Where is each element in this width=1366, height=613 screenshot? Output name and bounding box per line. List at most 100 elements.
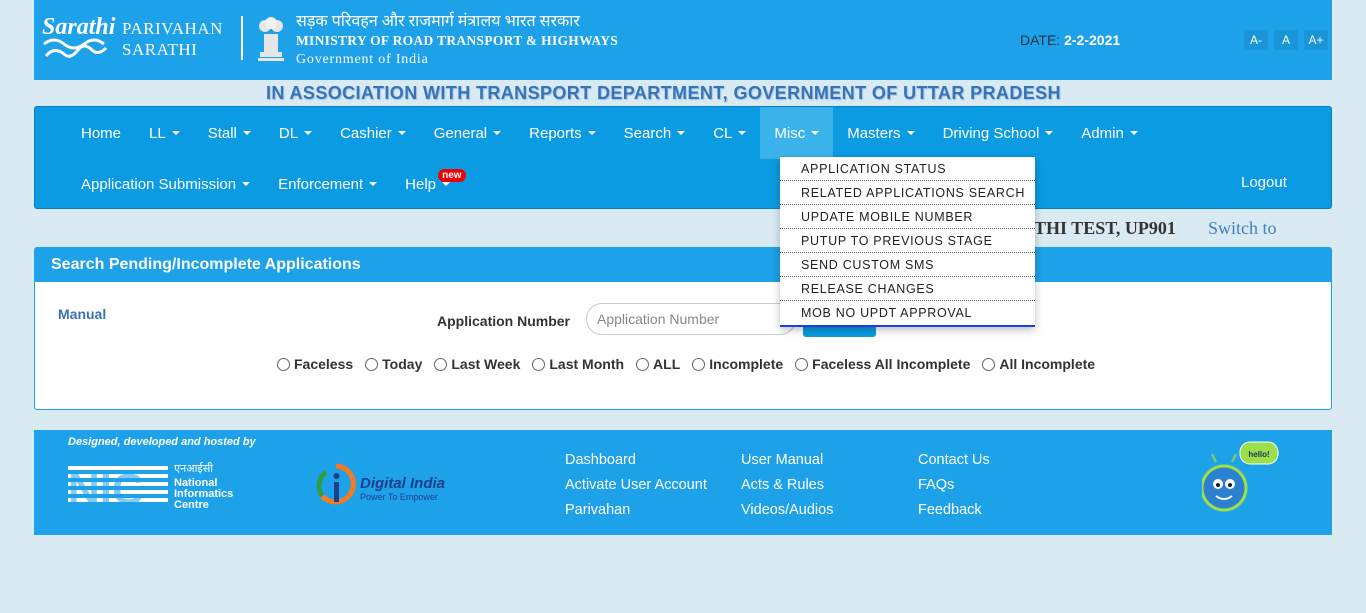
- nav-label: Admin: [1081, 124, 1124, 142]
- filter-radio-group: Faceless Today Last Week Last Month ALL …: [277, 356, 1095, 372]
- footer-link-contact-us[interactable]: Contact Us: [918, 448, 990, 473]
- font-size-controls: A- A A+: [1244, 30, 1328, 50]
- radio-all[interactable]: ALL: [636, 356, 680, 372]
- nav-dl[interactable]: DL: [265, 107, 326, 159]
- menu-item-related-applications-search[interactable]: RELATED APPLICATIONS SEARCH: [780, 181, 1035, 205]
- radio-today[interactable]: Today: [365, 356, 422, 372]
- radio-circle-icon[interactable]: [532, 357, 546, 371]
- nav-label: Search: [623, 124, 672, 142]
- date-value: 2-2-2021: [1064, 32, 1121, 48]
- digital-india-tagline: Power To Empower: [360, 492, 438, 502]
- nav-label: Driving School: [942, 124, 1040, 142]
- nic-line-3: Centre: [174, 499, 209, 510]
- switch-to-link[interactable]: Switch to: [1208, 218, 1277, 239]
- nav-application-submission[interactable]: Application Submission: [67, 159, 264, 209]
- national-emblem-icon: [254, 12, 288, 66]
- nav-masters[interactable]: Masters: [833, 107, 928, 159]
- caret-down-icon: [738, 131, 747, 135]
- radio-incomplete[interactable]: Incomplete: [692, 356, 783, 372]
- footer-link-faqs[interactable]: FAQs: [918, 473, 990, 498]
- logout-link[interactable]: Logout: [1241, 174, 1287, 191]
- caret-down-icon: [397, 131, 406, 135]
- nav-cl[interactable]: CL: [699, 107, 760, 159]
- footer-link-dashboard[interactable]: Dashboard: [565, 448, 707, 473]
- nav-label: Enforcement: [278, 175, 364, 193]
- nav-label: Cashier: [340, 124, 392, 142]
- footer-link-parivahan[interactable]: Parivahan: [565, 498, 707, 523]
- footer-link-feedback[interactable]: Feedback: [918, 498, 990, 523]
- brand-line-sarathi: SARATHI: [122, 40, 198, 59]
- nav-label: Application Submission: [81, 175, 237, 193]
- nav-help[interactable]: Help new: [391, 159, 466, 209]
- radio-label: Faceless All Incomplete: [812, 356, 971, 372]
- digital-india-text: Digital India: [360, 475, 445, 492]
- caret-down-icon: [493, 131, 502, 135]
- nav-cashier[interactable]: Cashier: [326, 107, 420, 159]
- mascot-bubble-text: hello!: [1248, 450, 1269, 459]
- radio-faceless-all-incomplete[interactable]: Faceless All Incomplete: [795, 356, 970, 372]
- menu-item-send-custom-sms[interactable]: SEND CUSTOM SMS: [780, 253, 1035, 277]
- menu-item-putup-previous-stage[interactable]: PUTUP TO PREVIOUS STAGE: [780, 229, 1035, 253]
- caret-down-icon: [442, 182, 450, 186]
- nav-general[interactable]: General: [420, 107, 515, 159]
- radio-label: Last Week: [451, 356, 521, 372]
- manual-link[interactable]: Manual: [58, 306, 106, 322]
- ministry-english: MINISTRY OF ROAD TRANSPORT & HIGHWAYS: [296, 33, 619, 48]
- radio-circle-icon[interactable]: [982, 357, 996, 371]
- misc-dropdown-menu: APPLICATION STATUS RELATED APPLICATIONS …: [780, 157, 1035, 327]
- radio-faceless[interactable]: Faceless: [277, 356, 353, 372]
- radio-last-month[interactable]: Last Month: [532, 356, 624, 372]
- menu-item-update-mobile-number[interactable]: UPDATE MOBILE NUMBER: [780, 205, 1035, 229]
- radio-label: Today: [382, 356, 423, 372]
- footer-link-activate-account[interactable]: Activate User Account: [565, 473, 707, 498]
- nav-stall[interactable]: Stall: [194, 107, 265, 159]
- nav-enforcement[interactable]: Enforcement: [264, 159, 391, 209]
- radio-last-week[interactable]: Last Week: [434, 356, 520, 372]
- nav-row-1: Home LL Stall DL Cashier General Reports…: [67, 107, 1152, 159]
- search-pending-panel: Search Pending/Incomplete Applications M…: [34, 247, 1332, 410]
- radio-circle-icon[interactable]: [692, 357, 706, 371]
- caret-down-icon: [304, 131, 313, 135]
- brand-line-parivahan: PARIVAHAN: [122, 19, 223, 38]
- radio-label: All Incomplete: [999, 356, 1096, 372]
- menu-item-release-changes[interactable]: RELEASE CHANGES: [780, 277, 1035, 301]
- nav-label: Misc: [774, 124, 806, 142]
- radio-circle-icon[interactable]: [277, 357, 290, 371]
- caret-down-icon: [677, 131, 686, 135]
- caret-down-icon: [1129, 131, 1138, 135]
- radio-circle-icon[interactable]: [795, 357, 809, 371]
- radio-circle-icon[interactable]: [434, 357, 448, 371]
- application-number-label: Application Number: [437, 313, 571, 329]
- nav-admin[interactable]: Admin: [1067, 107, 1152, 159]
- nav-ll[interactable]: LL: [135, 107, 194, 159]
- font-increase-button[interactable]: A+: [1304, 30, 1328, 50]
- nav-misc[interactable]: Misc: [760, 107, 834, 159]
- digital-india-logo[interactable]: Digital India Power To Empower: [316, 460, 456, 510]
- caret-down-icon: [369, 182, 378, 186]
- radio-circle-icon[interactable]: [636, 357, 650, 371]
- caret-down-icon: [587, 131, 596, 135]
- nic-hindi: एनआईसी: [174, 462, 213, 475]
- nav-reports[interactable]: Reports: [515, 107, 610, 159]
- radio-all-incomplete[interactable]: All Incomplete: [982, 356, 1095, 372]
- font-decrease-button[interactable]: A-: [1244, 30, 1268, 50]
- radio-label: Faceless: [294, 356, 354, 372]
- application-number-input[interactable]: [586, 303, 796, 335]
- nav-home[interactable]: Home: [67, 107, 135, 159]
- footer-link-user-manual[interactable]: User Manual: [741, 448, 833, 473]
- site-footer: Designed, developed and hosted by NIC एन…: [34, 430, 1332, 535]
- menu-item-mob-no-updt-approval[interactable]: MOB NO UPDT APPROVAL: [780, 301, 1035, 325]
- nav-driving-school[interactable]: Driving School: [929, 107, 1068, 159]
- sarathi-logo[interactable]: Sarathi: [40, 10, 116, 66]
- radio-circle-icon[interactable]: [365, 357, 379, 371]
- current-date: DATE: 2-2-2021: [1020, 32, 1120, 48]
- footer-link-acts-rules[interactable]: Acts & Rules: [741, 473, 833, 498]
- menu-item-application-status[interactable]: APPLICATION STATUS: [780, 157, 1035, 181]
- font-normal-button[interactable]: A: [1274, 30, 1298, 50]
- header-divider: [241, 16, 243, 60]
- footer-link-videos-audios[interactable]: Videos/Audios: [741, 498, 833, 523]
- nav-search[interactable]: Search: [610, 107, 700, 159]
- chatbot-mascot-icon[interactable]: hello!: [1200, 440, 1282, 516]
- nic-logo[interactable]: NIC एनआईसी National Informatics Centre: [68, 462, 244, 514]
- nav-label: Masters: [847, 124, 901, 142]
